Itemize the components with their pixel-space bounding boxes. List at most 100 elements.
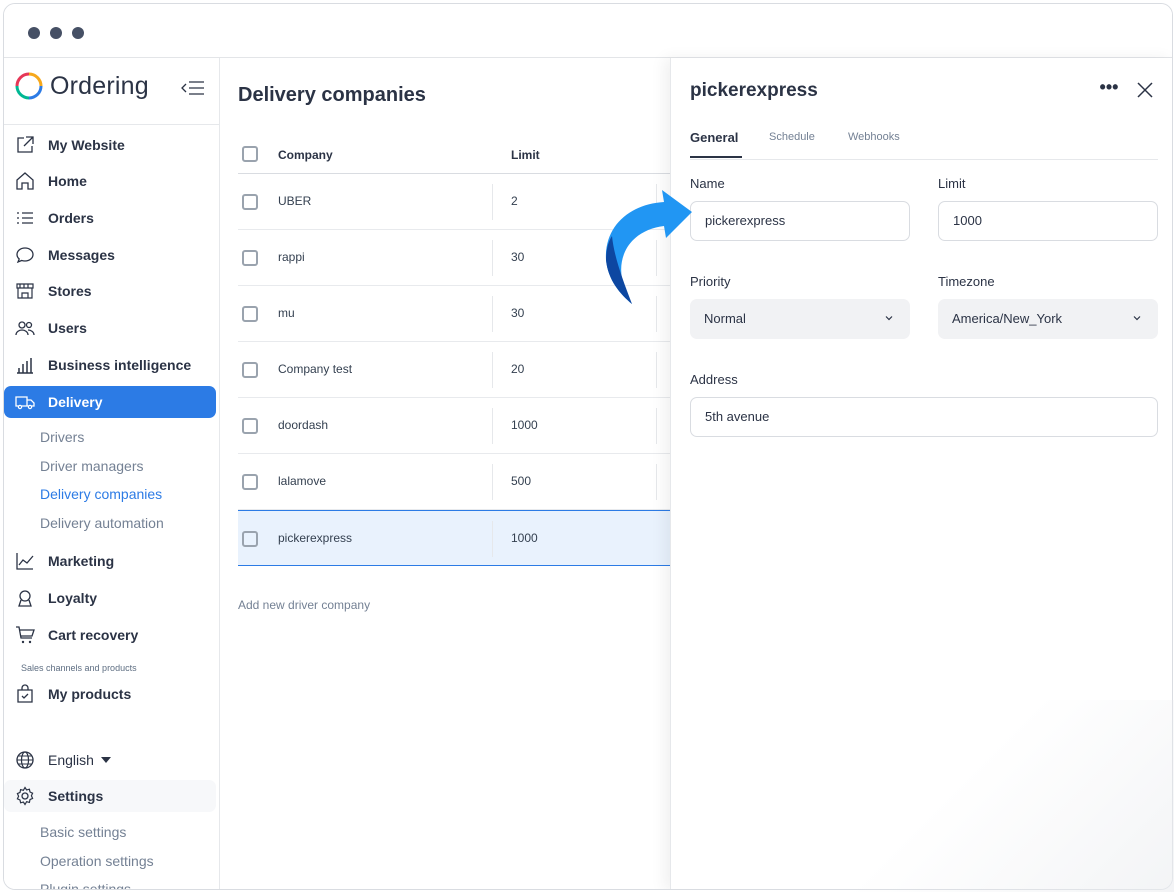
divider (492, 296, 493, 332)
caret-down-icon (100, 757, 111, 763)
table-row[interactable]: lalamove 500 (238, 454, 670, 510)
sidebar-item-my-website[interactable]: My Website (4, 129, 216, 161)
priority-select[interactable]: Normal (690, 299, 910, 339)
list-icon (14, 207, 36, 229)
panel-title: pickerexpress (690, 80, 818, 101)
company-cell: doordash (278, 418, 329, 432)
more-options-button[interactable]: ••• (1098, 78, 1120, 102)
store-icon (14, 280, 36, 302)
row-checkbox[interactable] (242, 531, 258, 547)
divider (492, 184, 493, 220)
divider (656, 408, 657, 444)
tab-schedule[interactable]: Schedule (769, 131, 815, 143)
sidebar-item-label: Delivery (48, 394, 103, 410)
sidebar-item-label: Stores (48, 283, 92, 299)
logo[interactable]: Ordering (14, 70, 149, 102)
page-title: Delivery companies (238, 84, 426, 106)
truck-icon (14, 391, 36, 413)
company-cell: rappi (278, 250, 305, 264)
sidebar-item-cart-recovery[interactable]: Cart recovery (4, 619, 216, 651)
name-field[interactable]: pickerexpress (690, 201, 910, 241)
sidebar-item-stores[interactable]: Stores (4, 275, 216, 307)
home-icon (14, 170, 36, 192)
users-icon (14, 317, 36, 339)
divider (492, 240, 493, 276)
timezone-select[interactable]: America/New_York (938, 299, 1158, 339)
table-row[interactable]: Company test 20 (238, 342, 670, 398)
sidebar-subitem-driver-managers[interactable]: Driver managers (40, 458, 143, 474)
chat-icon (14, 244, 36, 266)
limit-cell: 500 (511, 474, 532, 488)
tab-general[interactable]: General (690, 130, 738, 145)
sidebar-item-label: Users (48, 320, 87, 336)
chevron-down-icon (1133, 316, 1141, 321)
row-checkbox[interactable] (242, 362, 258, 378)
limit-field[interactable]: 1000 (938, 201, 1158, 241)
sidebar-subitem-delivery-companies[interactable]: Delivery companies (40, 486, 162, 502)
divider (492, 464, 493, 500)
sidebar-item-home[interactable]: Home (4, 165, 216, 197)
bar-chart-icon (14, 354, 36, 376)
sidebar-item-label: Settings (48, 788, 104, 804)
divider (492, 521, 493, 557)
sidebar-subitem-plugin-settings[interactable]: Plugin settings (40, 881, 131, 889)
sidebar-subitem-drivers[interactable]: Drivers (40, 429, 84, 445)
cart-icon (14, 624, 36, 646)
sidebar-item-messages[interactable]: Messages (4, 239, 216, 271)
sidebar-item-label: Home (48, 173, 87, 189)
divider (656, 464, 657, 500)
gear-icon (14, 785, 36, 807)
row-checkbox[interactable] (242, 418, 258, 434)
table-row-selected[interactable]: pickerexpress 1000 (238, 510, 670, 566)
sidebar-item-label: English (48, 752, 94, 768)
divider (656, 352, 657, 388)
sidebar: Ordering My Website Home Orders Messages… (4, 58, 220, 889)
timezone-value: America/New_York (952, 311, 1063, 326)
sidebar-item-label: My Website (48, 137, 125, 153)
sidebar-item-users[interactable]: Users (4, 312, 216, 344)
sidebar-item-orders[interactable]: Orders (4, 202, 216, 234)
close-icon[interactable] (1135, 80, 1155, 100)
address-field[interactable]: 5th avenue (690, 397, 1158, 437)
sidebar-item-label: Messages (48, 247, 115, 263)
sidebar-item-loyalty[interactable]: Loyalty (4, 582, 216, 614)
sidebar-subitem-operation-settings[interactable]: Operation settings (40, 853, 154, 869)
bag-icon (14, 683, 36, 705)
company-cell: lalamove (278, 474, 327, 488)
row-checkbox[interactable] (242, 250, 258, 266)
row-checkbox[interactable] (242, 194, 258, 210)
callout-arrow-icon (605, 190, 692, 304)
trend-icon (14, 550, 36, 572)
sidebar-item-business-intelligence[interactable]: Business intelligence (4, 349, 216, 381)
globe-icon (14, 749, 36, 771)
limit-cell: 20 (511, 362, 525, 376)
sidebar-item-marketing[interactable]: Marketing (4, 545, 216, 577)
add-driver-company-link[interactable]: Add new driver company (238, 598, 370, 612)
sidebar-item-label: Marketing (48, 553, 115, 569)
sidebar-item-settings[interactable]: Settings (4, 780, 216, 812)
sidebar-subitem-basic-settings[interactable]: Basic settings (40, 824, 126, 840)
row-checkbox[interactable] (242, 474, 258, 490)
collapse-sidebar-icon[interactable] (180, 78, 206, 98)
language-selector[interactable]: English (4, 744, 216, 776)
column-header-limit: Limit (511, 148, 540, 162)
section-caption: Sales channels and products (21, 663, 137, 673)
limit-cell: 1000 (511, 418, 538, 432)
company-detail-panel: pickerexpress ••• General Schedule Webho… (670, 58, 1172, 889)
window-dot (50, 27, 62, 39)
sidebar-subitem-delivery-automation[interactable]: Delivery automation (40, 515, 164, 531)
limit-cell: 30 (511, 250, 525, 264)
sidebar-item-label: My products (48, 686, 132, 702)
app-window: Ordering My Website Home Orders Messages… (3, 3, 1173, 890)
table-row[interactable]: doordash 1000 (238, 398, 670, 454)
sidebar-item-my-products[interactable]: My products (4, 678, 216, 710)
row-checkbox[interactable] (242, 306, 258, 322)
column-header-company: Company (278, 148, 333, 162)
select-all-checkbox[interactable] (242, 146, 258, 162)
sidebar-item-delivery[interactable]: Delivery (4, 386, 216, 418)
limit-cell: 30 (511, 306, 525, 320)
company-cell: pickerexpress (278, 531, 353, 545)
limit-cell: 2 (511, 194, 518, 208)
tab-webhooks[interactable]: Webhooks (848, 131, 900, 143)
address-label: Address (690, 372, 738, 387)
